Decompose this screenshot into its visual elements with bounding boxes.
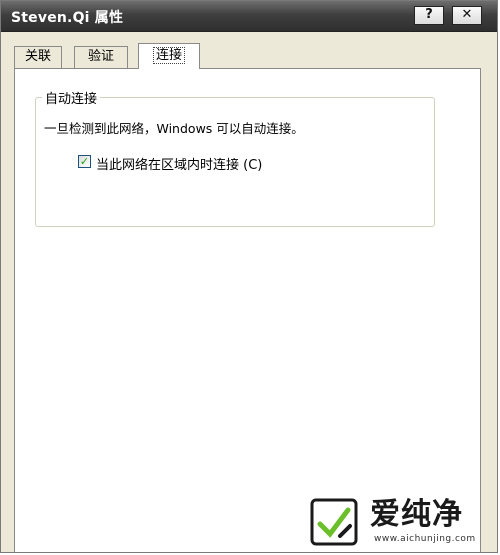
window-title: Steven.Qi 属性 — [11, 10, 124, 26]
tab-label: 连接 — [152, 47, 185, 64]
connection-tab-panel: 自动连接 一旦检测到此网络，Windows 可以自动连接。 ✓ 当此网络在区域内… — [14, 68, 481, 552]
tab-association[interactable]: 关联 — [14, 46, 62, 68]
close-icon: ✕ — [461, 7, 473, 22]
properties-dialog: Steven.Qi 属性 ? ✕ 关联 验证 连接 自动连接 一旦检测到此网络，… — [0, 0, 498, 553]
tab-label: 关联 — [24, 49, 51, 64]
watermark: 爱纯净 www.aichunjing.com — [308, 494, 498, 552]
brand-url: www.aichunjing.com — [374, 534, 476, 544]
auto-connect-group: 自动连接 一旦检测到此网络，Windows 可以自动连接。 ✓ 当此网络在区域内… — [35, 88, 435, 227]
auto-connect-label[interactable]: 当此网络在区域内时连接 (C) — [96, 154, 262, 173]
brand-logo-icon — [310, 498, 358, 546]
help-button[interactable]: ? — [414, 6, 444, 25]
auto-connect-checkbox[interactable]: ✓ — [78, 155, 91, 168]
dialog-client-area: 关联 验证 连接 自动连接 一旦检测到此网络，Windows 可以自动连接。 ✓… — [1, 32, 497, 552]
tab-label: 验证 — [87, 49, 114, 64]
question-icon: ? — [425, 7, 433, 22]
title-bar[interactable]: Steven.Qi 属性 ? ✕ — [1, 1, 497, 32]
tab-authentication[interactable]: 验证 — [74, 46, 128, 68]
tab-connection[interactable]: 连接 — [138, 43, 200, 69]
group-title: 自动连接 — [42, 88, 101, 107]
brand-name: 爱纯净 — [370, 497, 463, 532]
close-button[interactable]: ✕ — [452, 6, 482, 25]
group-description: 一旦检测到此网络，Windows 可以自动连接。 — [44, 121, 304, 136]
